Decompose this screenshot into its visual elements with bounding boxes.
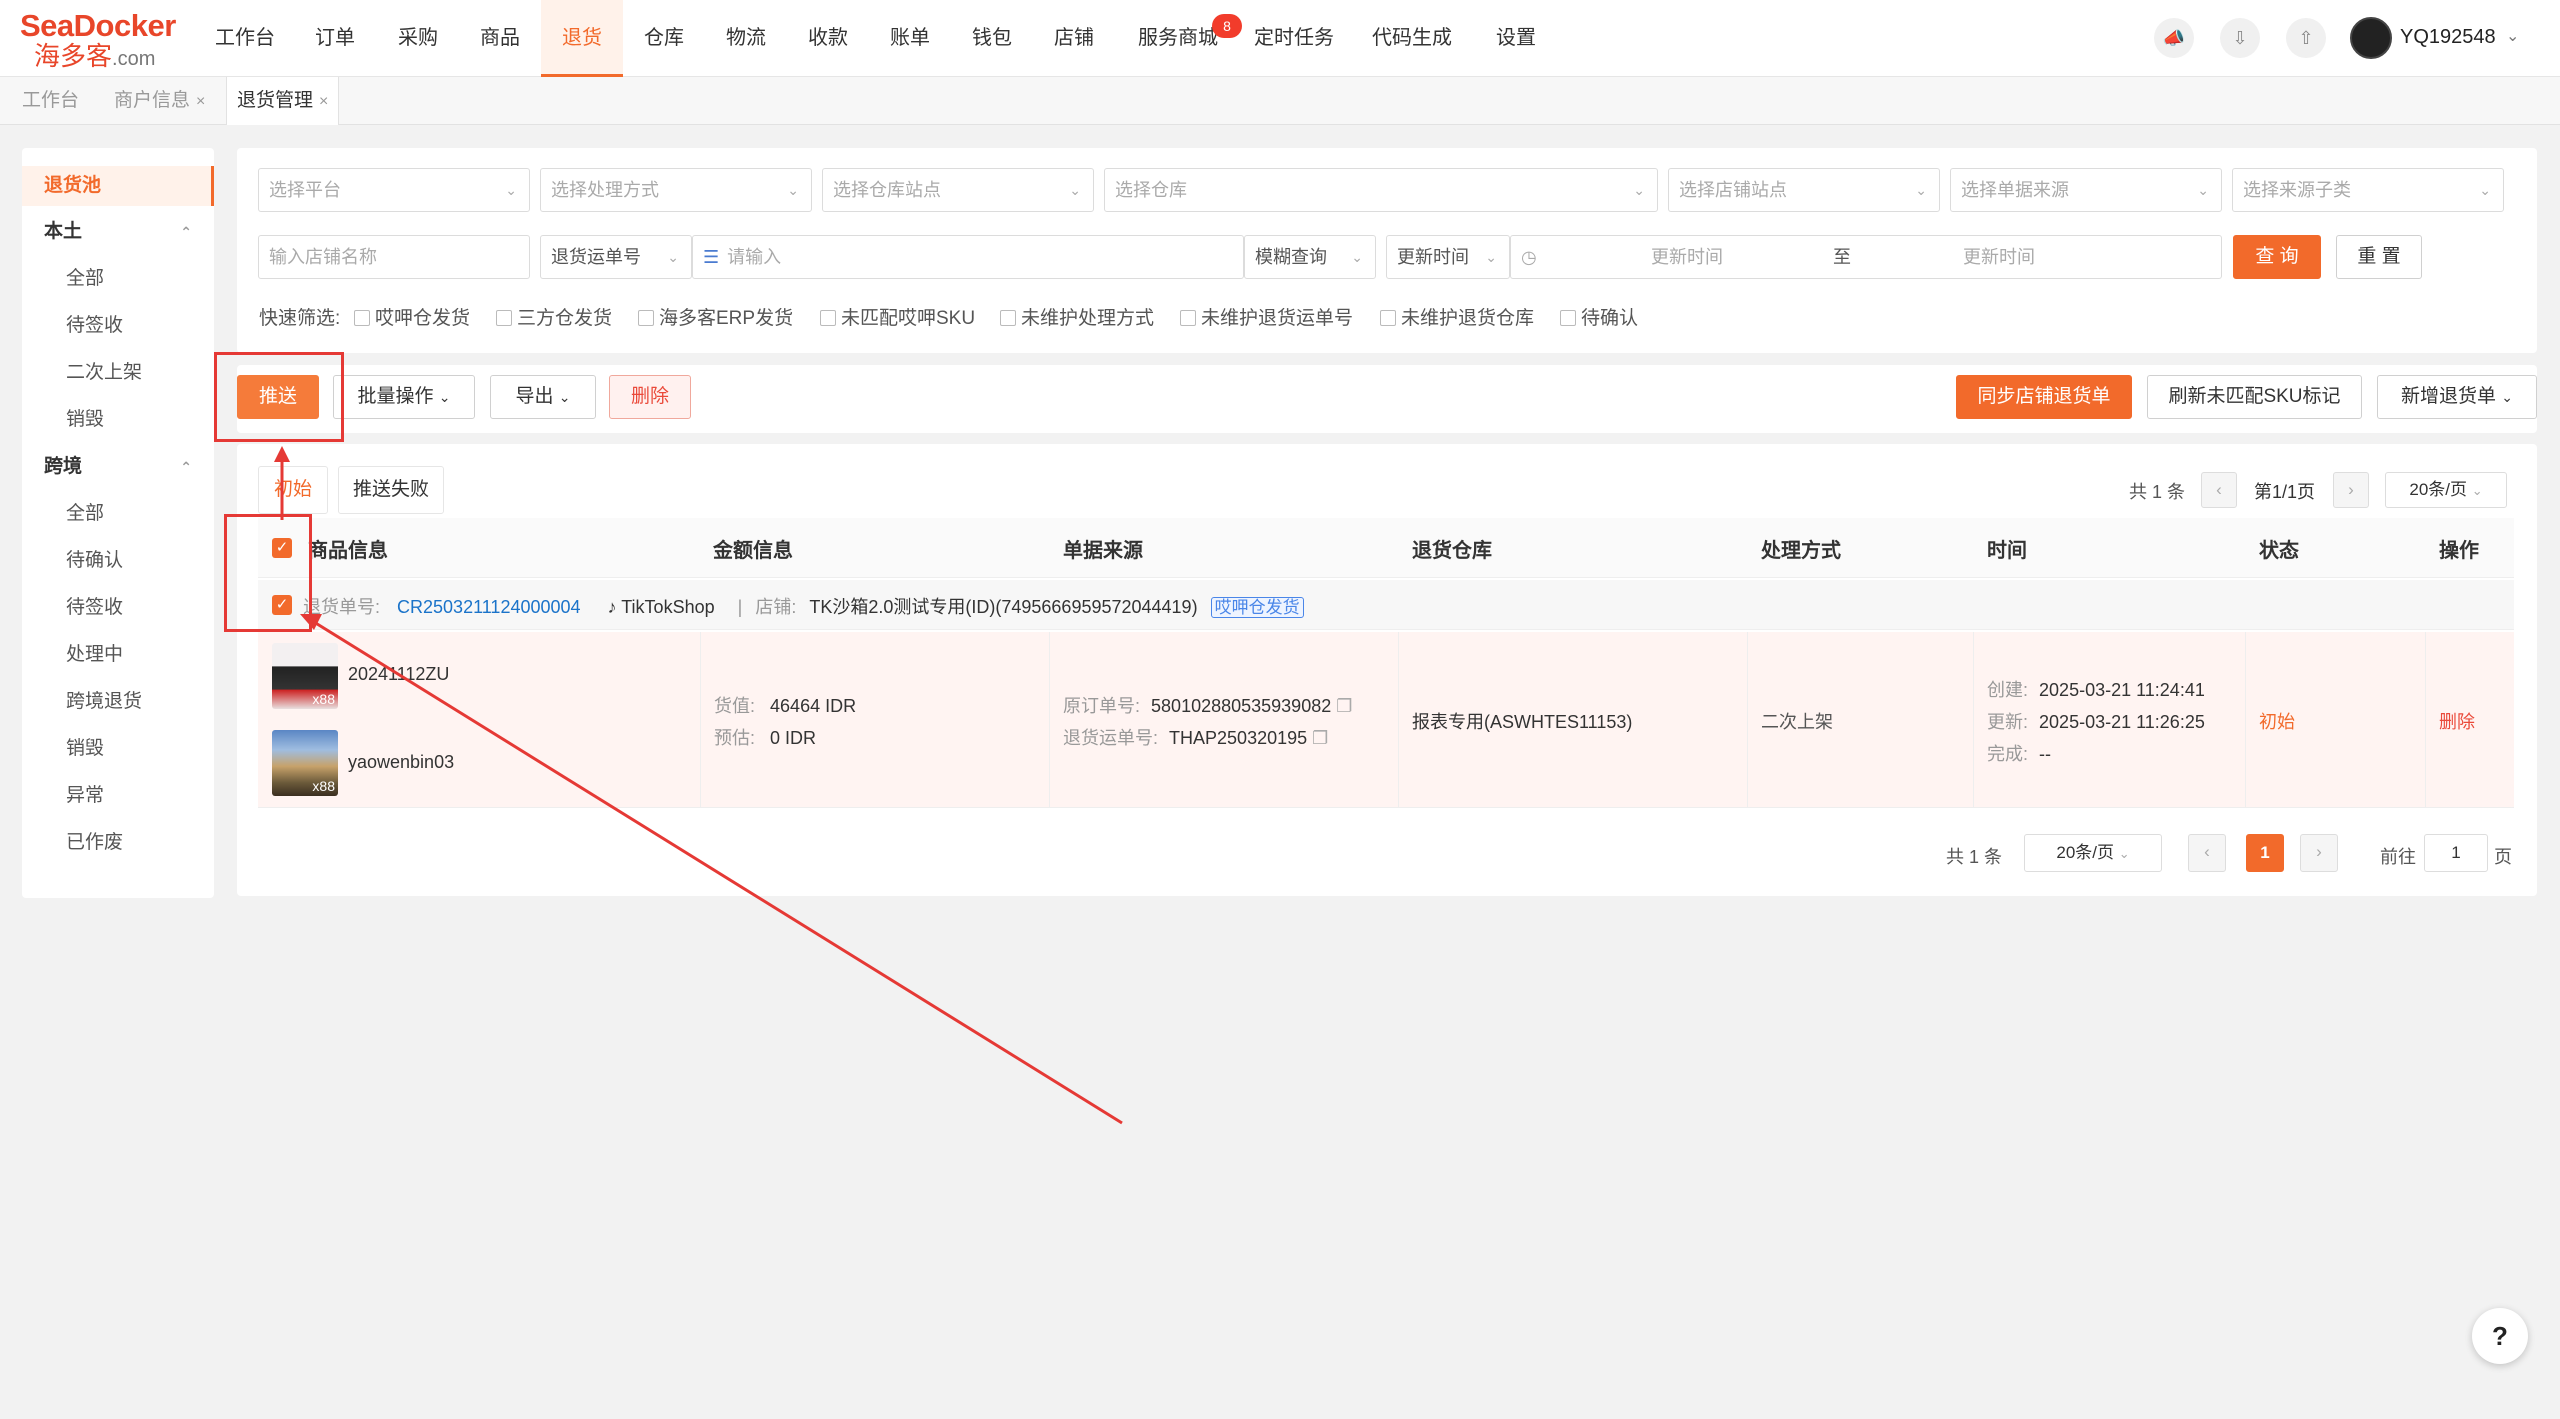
help-button[interactable]: ? xyxy=(2472,1308,2528,1364)
annotation-arrows xyxy=(274,446,1123,1125)
